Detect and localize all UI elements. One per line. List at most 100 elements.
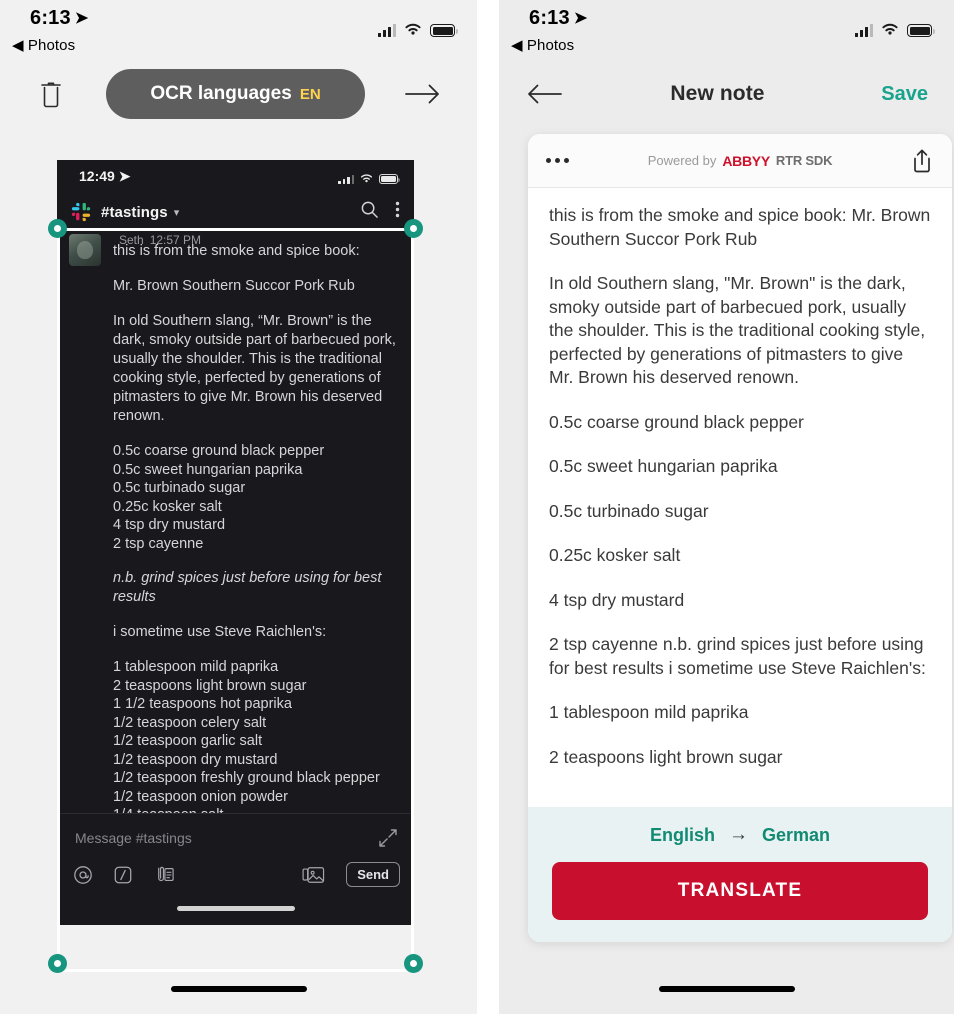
status-bar-time: 6:13 ➤ bbox=[30, 7, 88, 30]
photo-icon[interactable] bbox=[302, 865, 326, 885]
ocr-languages-label: OCR languages bbox=[150, 83, 292, 104]
ingredient-line: 0.5c sweet hungarian paprika bbox=[113, 461, 303, 478]
ingredient-line: 1/2 teaspoon onion powder bbox=[113, 788, 288, 805]
mention-icon[interactable] bbox=[73, 865, 93, 885]
dual-screenshot-comparison: 6:13 ➤ ◀ Photos OCR languages EN 12:49 ➤… bbox=[0, 0, 954, 1014]
message-timestamp: 12:57 PM bbox=[149, 233, 202, 247]
status-bar-indicators bbox=[855, 22, 935, 37]
ocr-paragraph: this is from the smoke and spice book: M… bbox=[549, 205, 931, 249]
message-author: Seth 12:57 PM bbox=[113, 232, 201, 247]
ocr-language-code: EN bbox=[299, 85, 321, 103]
ocr-paragraph: 2 tsp cayenne n.b. grind spices just bef… bbox=[549, 634, 926, 678]
chevron-down-icon[interactable]: ▾ bbox=[174, 206, 180, 219]
source-language[interactable]: English bbox=[650, 825, 715, 846]
translate-panel: English → German TRANSLATE bbox=[528, 807, 952, 942]
cellular-signal-icon bbox=[378, 24, 396, 37]
ingredient-line: 1/2 teaspoon celery salt bbox=[113, 714, 267, 731]
language-pair-selector[interactable]: English → German bbox=[552, 824, 928, 846]
status-bar-back-to-photos[interactable]: ◀ Photos bbox=[511, 36, 574, 54]
attachment-icon[interactable] bbox=[153, 865, 175, 885]
ingredient-line: 0.25c kosker salt bbox=[113, 498, 222, 515]
abbyy-brand: ABBYY bbox=[722, 152, 770, 169]
slack-composer[interactable]: Message #tastings Send bbox=[57, 813, 414, 925]
rtr-sdk-label: RTR SDK bbox=[775, 153, 833, 168]
home-indicator[interactable] bbox=[170, 986, 307, 992]
trash-icon[interactable] bbox=[34, 75, 68, 113]
save-button[interactable]: Save bbox=[868, 83, 928, 106]
message-body: this is from the smoke and spice book: M… bbox=[71, 230, 414, 825]
crop-handle-bottom-left[interactable] bbox=[48, 954, 67, 973]
composer-actions: Send bbox=[73, 862, 400, 887]
cellular-signal-icon bbox=[338, 171, 354, 184]
more-vertical-icon[interactable] bbox=[395, 201, 400, 223]
crop-edge-right bbox=[411, 228, 414, 972]
home-indicator[interactable] bbox=[658, 986, 795, 992]
slack-logo-icon bbox=[71, 202, 91, 222]
status-bar-time: 6:13 ➤ bbox=[529, 7, 587, 30]
ingredient-line: 1/2 teaspoon garlic salt bbox=[113, 733, 263, 749]
ocr-paragraph: 0.25c kosker salt bbox=[549, 545, 681, 565]
arrow-right-icon: → bbox=[728, 824, 748, 845]
more-horizontal-icon[interactable] bbox=[546, 158, 600, 163]
page-title: New note bbox=[670, 82, 765, 105]
message-input-placeholder[interactable]: Message #tastings bbox=[75, 830, 192, 846]
crop-edge-left bbox=[57, 228, 60, 972]
ingredient-line: 4 tsp dry mustard bbox=[113, 517, 226, 533]
status-bar-back-to-photos[interactable]: ◀ Photos bbox=[12, 36, 75, 54]
slack-message: Seth 12:57 PM this is from the smoke and … bbox=[57, 230, 414, 825]
battery-icon bbox=[907, 24, 935, 37]
status-back-label: Photos bbox=[27, 37, 76, 54]
ocr-paragraph: 0.5c coarse ground black pepper bbox=[549, 411, 804, 432]
ocr-text-body[interactable]: this is from the smoke and spice book: M… bbox=[528, 188, 952, 807]
arrow-right-icon[interactable] bbox=[403, 79, 443, 109]
status-back-label: Photos bbox=[526, 37, 575, 54]
ingredients-list-two: 1 tablespoon mild paprika 2 teaspoons li… bbox=[113, 658, 402, 825]
screenshot-status-bar: 12:49 ➤ bbox=[57, 160, 414, 194]
slash-command-icon[interactable] bbox=[113, 865, 133, 885]
ocr-paragraph: 2 teaspoons light brown sugar bbox=[549, 746, 783, 767]
ocr-toolbar: OCR languages EN bbox=[0, 58, 477, 130]
ingredient-line: 1/2 teaspoon freshly ground black pepper bbox=[113, 770, 380, 786]
ocr-paragraph: 4 tsp dry mustard bbox=[549, 589, 685, 610]
screenshot-status-indicators bbox=[338, 171, 400, 184]
scrollbar[interactable] bbox=[946, 246, 949, 807]
ingredient-line: 2 tsp cayenne bbox=[113, 535, 204, 552]
ocr-languages-button[interactable]: OCR languages EN bbox=[106, 69, 365, 119]
ingredient-line: 0.5c coarse ground black pepper bbox=[113, 443, 325, 459]
card-toolbar: Powered by ABBYY RTR SDK bbox=[528, 134, 952, 188]
wifi-icon bbox=[405, 23, 421, 35]
author-name: Seth bbox=[119, 233, 144, 247]
ocr-paragraph: 0.5c sweet hungarian paprika bbox=[549, 456, 778, 476]
battery-icon bbox=[379, 174, 400, 184]
ingredient-line: 1 tablespoon mild paprika bbox=[113, 659, 279, 675]
crop-handle-top-left[interactable] bbox=[48, 219, 67, 238]
avatar bbox=[69, 234, 101, 266]
arrow-left-icon[interactable] bbox=[525, 83, 567, 105]
target-language[interactable]: German bbox=[762, 825, 830, 846]
expand-icon[interactable] bbox=[378, 828, 398, 853]
screenshot-crop-area[interactable]: 12:49 ➤ #tastings ▾ Seth 12:57 PM this i… bbox=[48, 160, 423, 973]
left-panel-crop-editor: 6:13 ➤ ◀ Photos OCR languages EN 12:49 ➤… bbox=[0, 0, 477, 1014]
wifi-icon bbox=[882, 23, 898, 35]
ocr-paragraph: In old Southern slang, "Mr. Brown" is th… bbox=[549, 273, 926, 387]
search-icon[interactable] bbox=[360, 200, 379, 224]
status-time-text: 6:13 bbox=[529, 7, 570, 29]
ocr-paragraph: 1 tablespoon mild paprika bbox=[549, 702, 749, 722]
crop-handle-top-right[interactable] bbox=[404, 219, 423, 238]
left-status-bar: 6:13 ➤ ◀ Photos bbox=[0, 0, 477, 58]
ocr-paragraph: 0.5c turbinado sugar bbox=[549, 500, 709, 521]
ocr-result-card: Powered by ABBYY RTR SDK this is from th… bbox=[528, 134, 952, 942]
ingredient-line: 1 1/2 teaspoons hot paprika bbox=[113, 696, 292, 712]
translate-button[interactable]: TRANSLATE bbox=[552, 862, 928, 920]
right-status-bar: 6:13 ➤ ◀ Photos bbox=[499, 0, 954, 58]
send-button[interactable]: Send bbox=[346, 862, 400, 887]
share-icon[interactable] bbox=[880, 148, 934, 174]
slack-channel-name[interactable]: #tastings bbox=[101, 204, 168, 221]
note-navigation-bar: New note Save bbox=[499, 58, 954, 130]
panel-divider bbox=[477, 0, 499, 1014]
cellular-signal-icon bbox=[855, 24, 873, 37]
crop-handle-bottom-right[interactable] bbox=[404, 954, 423, 973]
message-paragraph: i sometime use Steve Raichlen's: bbox=[113, 624, 327, 640]
message-paragraph: Mr. Brown Southern Succor Pork Rub bbox=[113, 278, 355, 294]
ingredient-line: 2 teaspoons light brown sugar bbox=[113, 677, 307, 694]
